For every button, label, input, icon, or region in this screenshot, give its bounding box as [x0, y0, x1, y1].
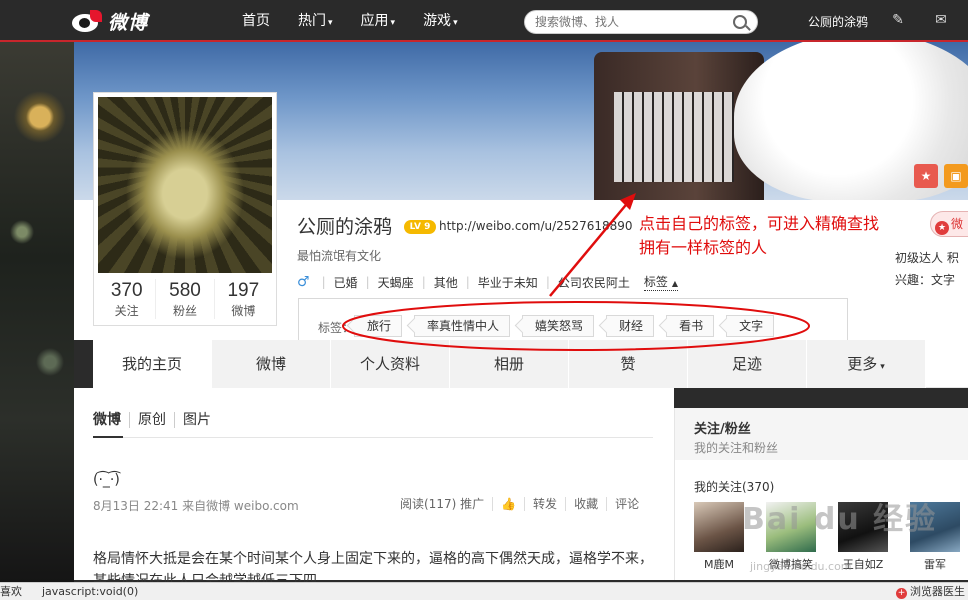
subtab-divider: [93, 437, 653, 438]
weibo-logo[interactable]: 微博: [72, 8, 148, 35]
top-navigation-bar: 微博 首页 热门▾ 应用▾ 游戏▾ 公厕的涂鸦 ✎ ✉: [0, 0, 968, 42]
nav-item-games[interactable]: 游戏 ▾: [409, 0, 472, 42]
search-icon[interactable]: [733, 15, 747, 29]
info-company[interactable]: 公司农民阿土: [558, 274, 630, 291]
annotation-line-2: 拥有一样标签的人: [639, 238, 768, 257]
baidu-watermark-url: jingyan.baidu.com: [750, 560, 852, 573]
profile-info-row: ♂ | 已婚 | 天蝎座 | 其他 | 毕业于未知 | 公司农民阿土 标签 ▲: [297, 273, 679, 291]
sidebar-header: 关注/粉丝 我的关注和粉丝: [675, 408, 968, 460]
profile-stats: 370 关注 580 粉丝 197 微博: [98, 279, 272, 319]
cover-badges: ★ ▣: [914, 164, 968, 188]
tab-likes[interactable]: 赞: [569, 340, 688, 388]
post-actions: 阅读(117) 推广 👍 转发 收藏 评论: [400, 497, 647, 511]
level-badge[interactable]: LV 9: [404, 220, 436, 234]
chevron-up-icon: ▲: [671, 279, 679, 288]
annotation-line-1: 点击自己的标签，可进入精确查找: [639, 214, 880, 233]
male-icon: ♂: [297, 274, 310, 290]
info-marital[interactable]: 已婚: [334, 274, 358, 291]
nav-item-home[interactable]: 首页: [228, 0, 284, 42]
card-badge-icon[interactable]: ▣: [944, 164, 968, 188]
tab-footprints[interactable]: 足迹: [688, 340, 807, 388]
follow-list-title[interactable]: 我的关注(370): [694, 478, 774, 495]
list-item[interactable]: M鹿M: [694, 502, 744, 572]
tab-my-home[interactable]: 我的主页: [93, 340, 212, 388]
tag-item[interactable]: 文字: [726, 315, 775, 337]
info-zodiac[interactable]: 天蝎座: [378, 274, 414, 291]
thumbs-up-icon[interactable]: 👍: [493, 497, 526, 511]
stat-following[interactable]: 370 关注: [98, 279, 157, 319]
stat-followers[interactable]: 580 粉丝: [156, 279, 215, 319]
stat-posts[interactable]: 197 微博: [215, 279, 272, 319]
chevron-down-icon: ▾: [390, 18, 396, 28]
avatar[interactable]: [98, 97, 272, 273]
tags-toggle[interactable]: 标签 ▲: [643, 273, 679, 291]
profile-description: 最怕流氓有文化: [297, 249, 382, 263]
comment-link[interactable]: 评论: [607, 497, 647, 511]
subtab-images[interactable]: 图片: [175, 412, 219, 428]
vip-badge-icon[interactable]: ★: [914, 164, 938, 188]
weibo-eye-icon: [72, 9, 104, 34]
avatar: [694, 502, 744, 552]
mail-icon[interactable]: ✉: [933, 12, 949, 28]
tag-item[interactable]: 率真性情中人: [414, 315, 511, 337]
annotation-text: 点击自己的标签，可进入精确查找 拥有一样标签的人: [639, 212, 939, 260]
tab-album[interactable]: 相册: [450, 340, 569, 388]
search-input[interactable]: [535, 14, 725, 30]
post-content-face: (·͡_·͡): [93, 472, 120, 488]
info-school[interactable]: 毕业于未知: [478, 274, 538, 291]
status-url: javascript:void(0): [42, 585, 139, 598]
read-count[interactable]: 阅读(117) 推广: [400, 497, 494, 511]
chevron-down-icon: ▾: [328, 18, 333, 28]
subtab-active-underline: [93, 436, 123, 438]
baidu-watermark: Bai du 经验: [742, 502, 938, 537]
nav-item-apps[interactable]: 应用 ▾: [347, 0, 410, 42]
edit-icon[interactable]: ✎: [890, 12, 906, 28]
avatar-card: 370 关注 580 粉丝 197 微博: [93, 92, 277, 326]
sidebar-subtitle: 我的关注和粉丝: [694, 441, 779, 455]
subtab-weibo[interactable]: 微博: [93, 412, 130, 428]
repost-link[interactable]: 转发: [525, 497, 567, 511]
subtab-original[interactable]: 原创: [130, 412, 175, 428]
post-meta: 8月13日 22:41 来自微博 weibo.com: [93, 499, 299, 513]
tag-item[interactable]: 看书: [666, 315, 715, 337]
browser-doctor[interactable]: + 浏览器医生: [896, 583, 965, 600]
top-user-name[interactable]: 公厕的涂鸦: [808, 13, 868, 30]
favorite-link[interactable]: 收藏: [566, 497, 608, 511]
feed-subtabs: 微博 原创 图片: [93, 412, 219, 428]
browser-status-bar: 喜欢 javascript:void(0) + 浏览器医生: [0, 582, 968, 600]
status-left: 喜欢: [0, 585, 22, 598]
search-box: [524, 10, 758, 34]
tag-item[interactable]: 旅行: [354, 315, 403, 337]
profile-name: 公厕的涂鸦: [297, 216, 393, 238]
tab-more[interactable]: 更多 ▾: [807, 340, 926, 388]
chevron-down-icon: ▾: [880, 362, 885, 372]
info-other[interactable]: 其他: [434, 274, 458, 291]
left-background-strip: [0, 42, 74, 582]
profile-tabs: 我的主页 微博 个人资料 相册 赞 足迹 更多 ▾: [93, 340, 968, 388]
right-info-interest: 兴趣：文字: [895, 273, 956, 287]
tag-list: 旅行 率真性情中人 嬉笑怒骂 财经 看书 文字: [354, 315, 775, 337]
sidebar-title[interactable]: 关注/粉丝: [694, 418, 968, 437]
plus-icon: +: [896, 588, 907, 599]
chevron-down-icon: ▾: [453, 18, 458, 28]
tab-profile[interactable]: 个人资料: [331, 340, 450, 388]
main-nav: 首页 热门 ▾ 应用 ▾ 游戏 ▾: [228, 0, 472, 42]
tab-weibo[interactable]: 微博: [212, 340, 331, 388]
tag-item[interactable]: 财经: [606, 315, 655, 337]
profile-url[interactable]: http://weibo.com/u/2527618890: [439, 219, 633, 233]
logo-text: 微博: [108, 12, 149, 34]
nav-item-hot[interactable]: 热门 ▾: [284, 0, 347, 42]
tag-item[interactable]: 嬉笑怒骂: [522, 315, 595, 337]
